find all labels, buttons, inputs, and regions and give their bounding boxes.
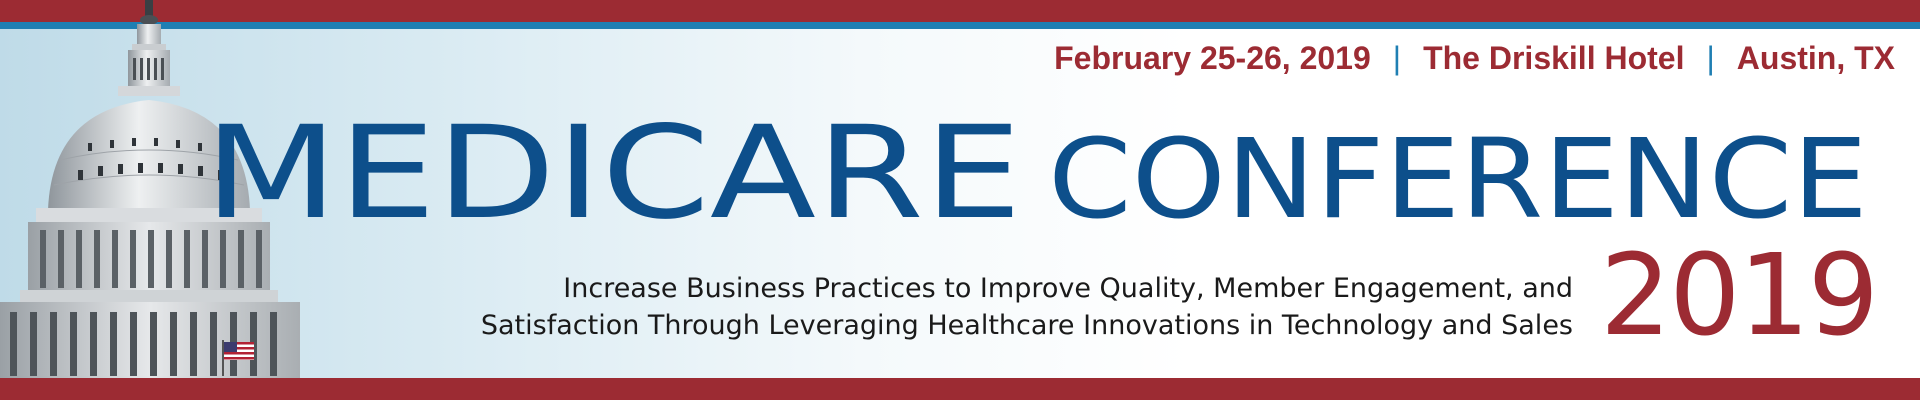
tagline-line-1: Increase Business Practices to Improve Q… xyxy=(563,273,1573,304)
title-conference: CONFERENCE xyxy=(1048,115,1868,235)
event-info: February 25-26, 2019 | The Driskill Hote… xyxy=(1054,40,1895,77)
tagline: Increase Business Practices to Improve Q… xyxy=(481,270,1573,344)
conference-title: MEDICARE CONFERENCE xyxy=(204,99,1868,235)
title-medicare: MEDICARE xyxy=(204,99,1022,235)
separator: | xyxy=(1706,40,1715,76)
conference-year: 2019 xyxy=(1600,231,1879,361)
event-venue: The Driskill Hotel xyxy=(1423,40,1685,76)
separator: | xyxy=(1392,40,1402,76)
event-location: Austin, TX xyxy=(1736,40,1895,76)
event-dates: February 25-26, 2019 xyxy=(1054,40,1371,76)
bottom-red-stripe xyxy=(0,378,1920,400)
tagline-line-2: Satisfaction Through Leveraging Healthca… xyxy=(480,310,1573,341)
